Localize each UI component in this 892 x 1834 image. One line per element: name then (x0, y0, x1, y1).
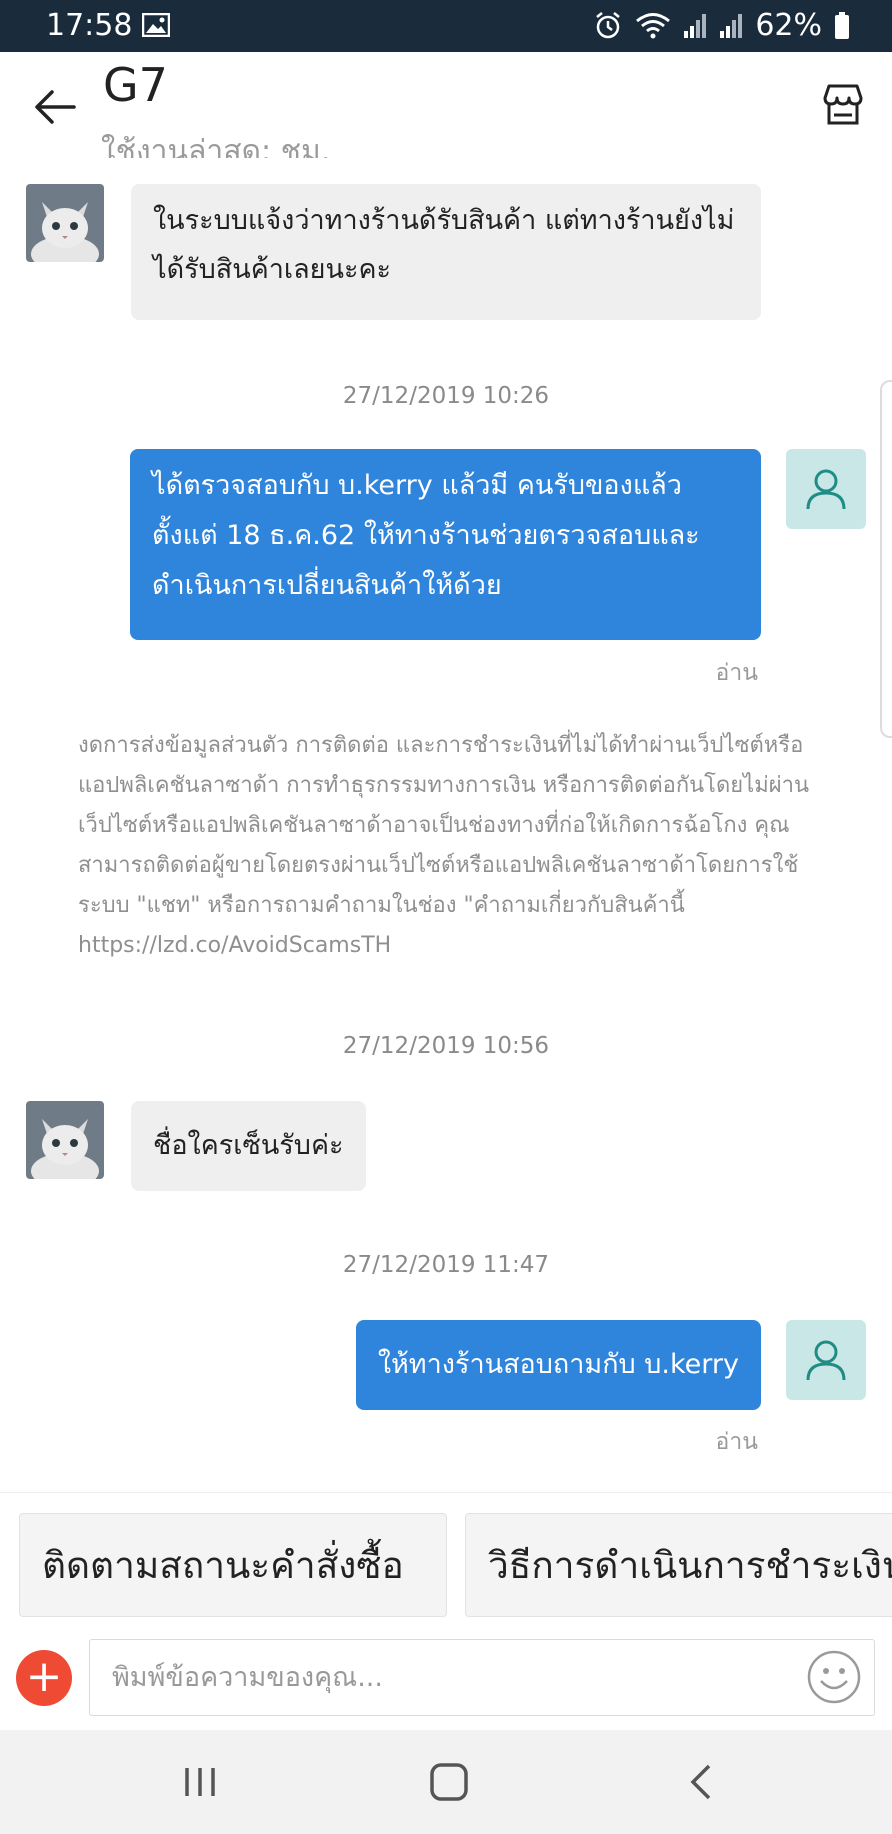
user-icon (806, 469, 846, 510)
cat-avatar-image (26, 1101, 104, 1179)
chat-title: G7 (103, 58, 168, 112)
cat-avatar-image (26, 184, 104, 262)
message-timestamp: 27/12/2019 10:26 (342, 383, 550, 409)
back-nav-icon[interactable] (677, 1758, 727, 1806)
scam-warning-notice: งดการส่งข้อมูลส่วนตัว การติดต่อ และการชำ… (78, 733, 810, 958)
last-active-status: ใช้งานล่าสุด: ชม. (101, 134, 331, 158)
signal-icon (684, 13, 707, 38)
quick-replies: ติดตามสถานะคำสั่งซื้อ วิธีการดำเนินการชำ… (0, 1492, 892, 1635)
gallery-notification-icon (142, 13, 170, 37)
home-icon[interactable] (424, 1758, 474, 1806)
seller-avatar (26, 1101, 104, 1179)
message-timestamp: 27/12/2019 11:47 (342, 1252, 550, 1278)
store-icon[interactable] (820, 82, 866, 128)
recent-apps-icon[interactable] (175, 1758, 225, 1806)
quick-reply-track-order[interactable]: ติดตามสถานะคำสั่งซื้อ (19, 1513, 447, 1617)
arrow-left-icon[interactable] (30, 84, 82, 130)
signal-icon-2 (720, 13, 743, 38)
system-nav-bar (0, 1730, 892, 1834)
message-input[interactable]: พิมพ์ข้อความของคุณ... (89, 1639, 875, 1716)
plus-icon[interactable]: + (16, 1650, 72, 1706)
read-receipt: อ่าน (715, 660, 758, 686)
status-time: 17:58 (46, 8, 133, 43)
user-avatar (786, 1320, 866, 1400)
status-bar: 17:58 62% (0, 0, 892, 52)
battery-icon (835, 11, 849, 39)
quick-reply-payment-method[interactable]: วิธีการดำเนินการชำระเงิน (465, 1513, 892, 1617)
outgoing-message: ให้ทางร้านสอบถามกับ บ.kerry (355, 1320, 761, 1410)
scroll-handle[interactable] (880, 380, 892, 738)
seller-avatar (26, 184, 104, 262)
message-timestamp: 27/12/2019 10:56 (342, 1033, 550, 1059)
user-icon (806, 1340, 846, 1381)
outgoing-message: ได้ตรวจสอบกับ บ.kerry แล้วมี คนรับของแล้… (130, 449, 761, 640)
incoming-message: ในระบบแจ้งว่าทางร้านด้รับสินค้า แต่ทางร้… (131, 184, 761, 320)
status-indicators: 62% (593, 8, 850, 43)
wifi-icon (636, 12, 671, 38)
smiley-icon[interactable] (806, 1649, 862, 1705)
incoming-message: ชื่อใครเซ็นรับค่ะ (131, 1101, 366, 1191)
read-receipt: อ่าน (715, 1429, 758, 1455)
chat-header: G7 ใช้งานล่าสุด: ชม. (0, 52, 892, 158)
battery-percent: 62% (755, 8, 822, 43)
alarm-icon (596, 11, 621, 38)
user-avatar (786, 449, 866, 529)
